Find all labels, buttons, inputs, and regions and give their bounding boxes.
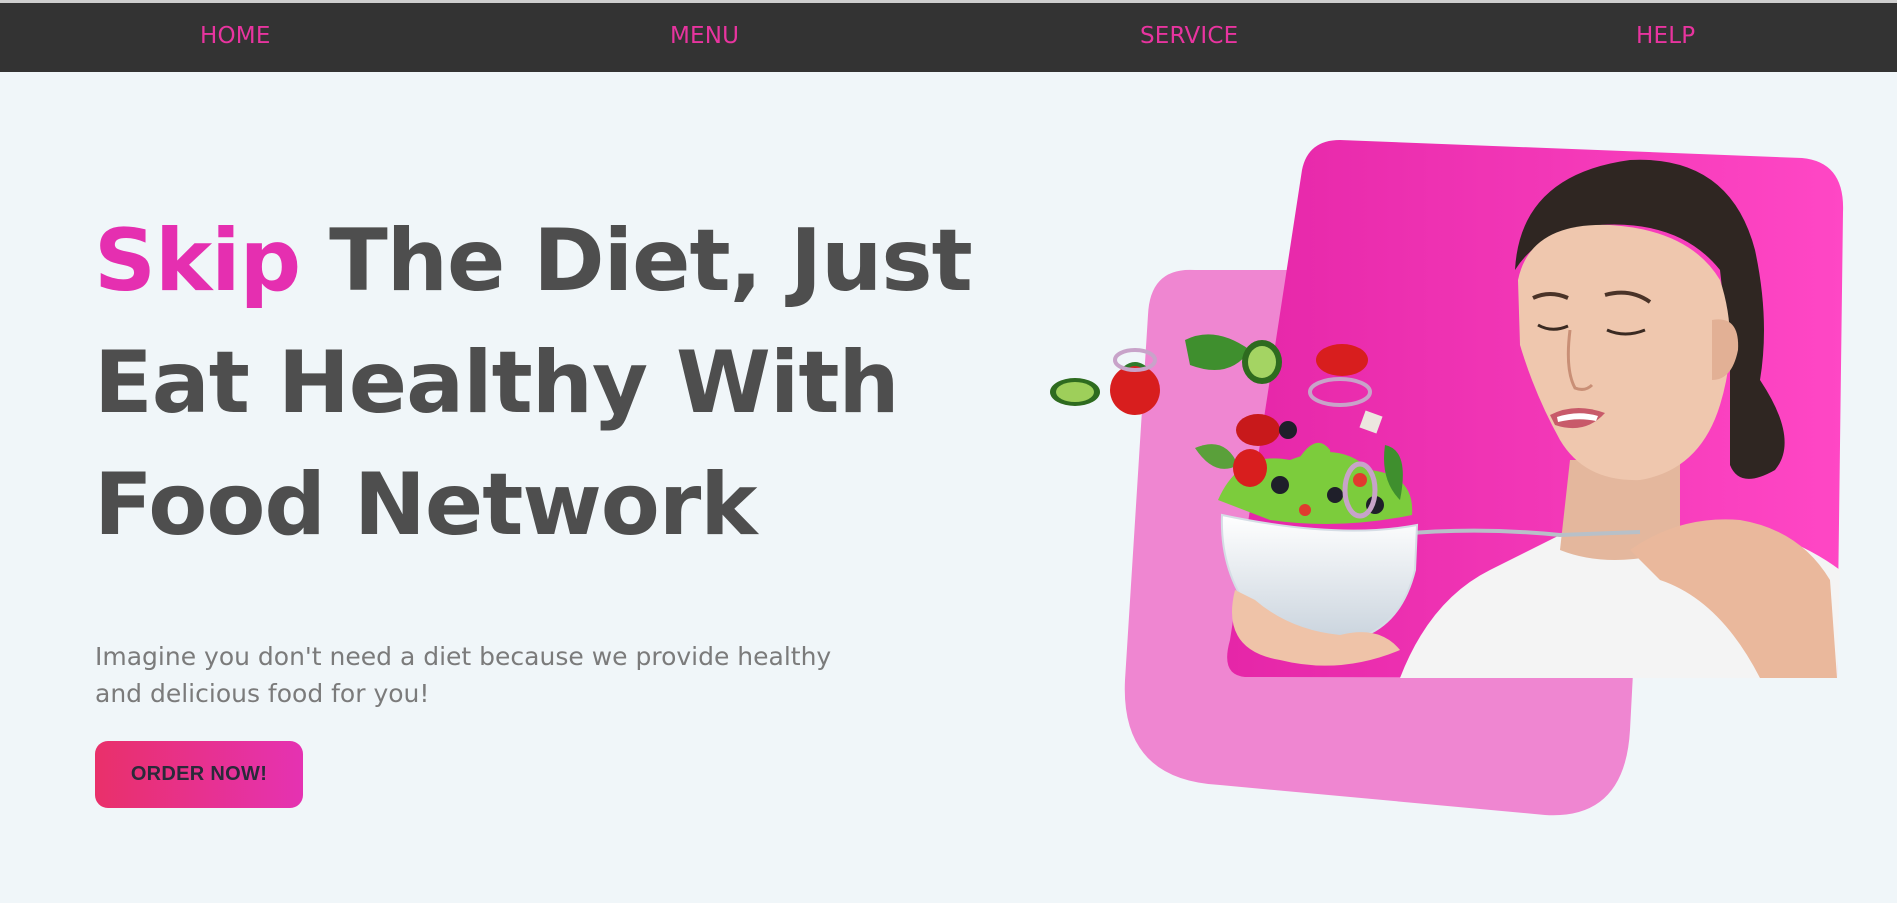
order-now-button[interactable]: ORDER NOW! (95, 741, 303, 808)
hero-title: Skip The Diet, Just Eat Healthy With Foo… (94, 200, 974, 566)
hero-subtitle: Imagine you don't need a diet because we… (95, 642, 832, 708)
top-navigation: HOME MENU SERVICE HELP (0, 3, 1897, 72)
hero-title-line1: The Diet, Just (300, 211, 973, 311)
tomato-2 (1316, 344, 1368, 376)
nav-service-link[interactable]: SERVICE (1140, 23, 1238, 49)
hero-title-line2: Eat Healthy With (94, 333, 900, 433)
tomato-3 (1236, 414, 1280, 446)
olive-1 (1279, 421, 1297, 439)
tomato-1 (1110, 365, 1160, 415)
nav-home-link[interactable]: HOME (200, 23, 271, 49)
nav-help-link[interactable]: HELP (1636, 23, 1695, 49)
hero-title-accent: Skip (94, 211, 301, 311)
tomato-4 (1233, 449, 1267, 487)
hero-title-line3: Food Network (94, 455, 757, 555)
nav-menu-link[interactable]: MENU (670, 23, 739, 49)
woman-eating-salad-illustration (1050, 140, 1844, 816)
